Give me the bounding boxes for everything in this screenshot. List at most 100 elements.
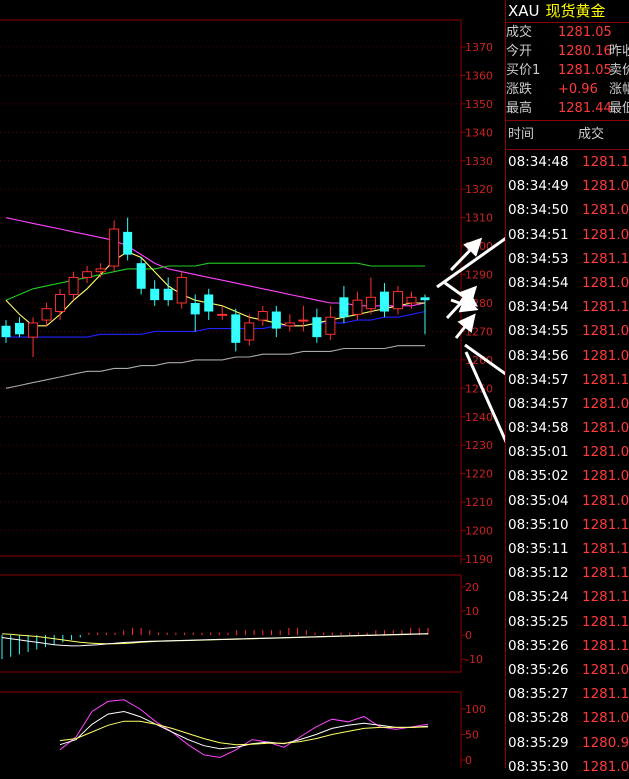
kdj-line	[59, 699, 429, 759]
candle-body	[163, 288, 173, 301]
tick-price: 1281.07	[582, 226, 629, 243]
y-tick-label: 1270	[465, 325, 493, 338]
tick-time: 08:34:54	[508, 274, 569, 291]
kdj-panel: 100 50 0	[0, 691, 486, 768]
moving-average-line	[5, 345, 425, 389]
price-chart: 1370136013501340133013201310130012901280…	[0, 19, 505, 768]
tick-time: 08:34:54	[508, 299, 569, 316]
quote-row: 今开 1280.16 昨收	[506, 42, 629, 61]
quote-label-secondary: 昨收	[609, 44, 629, 59]
tick-row: 08:35:02 1281.09	[506, 464, 629, 488]
symbol-name: 现货黄金	[545, 2, 606, 20]
tick-price: 1281.13	[582, 589, 629, 606]
tick-time: 08:34:57	[508, 371, 569, 388]
tick-time: 08:35:26	[508, 661, 569, 678]
tick-row: 08:35:10 1281.10	[506, 513, 629, 537]
tick-time: 08:35:25	[508, 613, 569, 630]
tick-time: 08:34:56	[508, 347, 569, 364]
tick-row: 08:35:24 1281.13	[506, 585, 629, 609]
tick-time: 08:35:01	[508, 444, 569, 461]
tick-row: 08:35:30 1281.05	[506, 755, 629, 779]
y-tick-label: 100	[465, 703, 486, 716]
candle-body	[28, 322, 39, 338]
candle-body	[420, 297, 430, 301]
y-tick-label: 20	[465, 581, 479, 594]
tick-row: 08:34:56 1281.05	[506, 344, 629, 368]
quote-label-secondary: 涨幅	[609, 82, 629, 97]
candle-body	[123, 231, 133, 255]
tick-list[interactable]: 08:34:48 1281.1 08:34:49 1281.09 08:34:50 128…	[506, 150, 629, 779]
candle-body	[244, 322, 255, 341]
tick-row: 08:34:53 1281.10	[506, 247, 629, 271]
tick-time: 08:35:30	[508, 758, 569, 775]
tick-price: 1281.14	[582, 565, 629, 582]
y-tick-label: 1350	[465, 98, 493, 111]
macd-frame	[0, 574, 462, 673]
candle-body	[109, 228, 120, 267]
candle-body	[325, 316, 336, 335]
tick-price: 1281.06	[582, 202, 629, 219]
y-tick-label: 1200	[465, 525, 493, 538]
y-tick-label: 0	[465, 629, 472, 642]
quote-summary: 成交 1281.05 今开 1280.16 昨收 买价1 1281.05 卖价 涨跌 +0.96 涨…	[506, 23, 629, 121]
y-tick-label: 1310	[465, 212, 493, 225]
moving-average-line	[6, 310, 426, 338]
y-tick-label: 1360	[465, 69, 493, 82]
tick-price: 1281.10	[582, 299, 629, 316]
tick-price: 1281.09	[582, 178, 629, 195]
tick-time: 08:35:02	[508, 468, 569, 485]
tick-row: 08:35:28 1281.08	[506, 706, 629, 730]
tick-price: 1281.10	[582, 371, 629, 388]
y-tick-label: 1340	[465, 126, 493, 139]
tick-row: 08:34:48 1281.1	[506, 150, 629, 174]
kdj-frame	[0, 691, 462, 768]
price-column-header: 成交	[578, 127, 605, 142]
tick-price: 1281.04	[582, 420, 629, 437]
quote-row: 买价1 1281.05 卖价	[506, 61, 629, 80]
candle-body	[379, 291, 389, 312]
tick-time: 08:35:24	[508, 589, 569, 606]
y-tick-label: -10	[465, 653, 483, 666]
tick-row: 08:34:49 1281.09	[506, 174, 629, 198]
candle-body	[257, 311, 268, 321]
candle-body	[298, 319, 309, 322]
tick-price: 1281.08	[582, 323, 629, 340]
tick-price: 1281.1	[582, 541, 629, 557]
tick-row: 08:34:54 1281.06	[506, 271, 629, 295]
tick-price: 1281.08	[582, 395, 629, 412]
candle-body	[1, 325, 11, 338]
quote-row: 最高 1281.44 最低	[506, 99, 629, 118]
tick-row: 08:35:01 1281.07	[506, 440, 629, 464]
quote-value: +0.96	[558, 82, 598, 97]
tick-price: 1281.08	[582, 710, 629, 727]
quote-row: 成交 1281.05	[506, 23, 629, 42]
candle-body	[217, 313, 228, 316]
y-tick-label: 1330	[465, 155, 493, 168]
tick-time: 08:35:11	[508, 541, 569, 557]
tick-time: 08:35:29	[508, 734, 569, 751]
quote-value: 1281.44	[558, 101, 612, 116]
candle-body	[150, 288, 160, 301]
candle-body	[95, 268, 106, 273]
y-tick-label: 1190	[465, 553, 493, 566]
y-tick-label: 1230	[465, 439, 493, 452]
candle-body	[41, 308, 52, 321]
tick-price: 1281.10	[582, 637, 629, 654]
tick-price: 1281.09	[582, 661, 629, 678]
tick-time: 08:34:49	[508, 178, 569, 195]
y-tick-label: 1370	[465, 41, 493, 54]
tick-price: 1281.1	[582, 154, 629, 170]
quote-label: 最高	[506, 101, 533, 116]
tick-price: 1281.05	[582, 347, 629, 364]
candle-body	[15, 322, 25, 335]
tick-row: 08:34:57 1281.08	[506, 392, 629, 416]
tick-price: 1281.10	[582, 250, 629, 267]
candle-body	[339, 297, 349, 318]
tick-time: 08:35:04	[508, 492, 569, 509]
tick-time: 08:34:57	[508, 395, 569, 412]
tick-price: 1281.12	[582, 613, 629, 630]
candle-body	[190, 303, 200, 315]
tick-price: 1281.12	[582, 686, 629, 703]
candle-body	[68, 276, 79, 295]
symbol-code: XAU	[508, 2, 540, 20]
